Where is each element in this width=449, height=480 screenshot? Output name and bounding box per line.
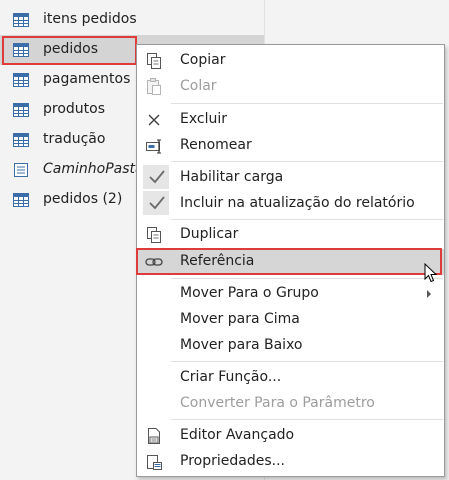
advanced-editor-icon	[148, 428, 160, 444]
parameter-icon	[14, 163, 28, 177]
properties-icon	[147, 455, 162, 470]
menu-item-renomear[interactable]: Renomear	[137, 133, 444, 159]
query-label: CaminhoPasta	[43, 161, 144, 177]
menu-item-excluir[interactable]: Excluir	[137, 107, 444, 133]
submenu-arrow-icon	[427, 290, 431, 298]
copy-icon	[147, 53, 161, 69]
menu-item-label: Propriedades...	[180, 453, 285, 469]
checkmark-icon	[149, 170, 165, 184]
menu-item-criar-funcao[interactable]: Criar Função...	[137, 365, 444, 391]
menu-item-label: Criar Função...	[180, 369, 282, 385]
query-label: tradução	[43, 131, 106, 147]
menu-item-label: Mover Para o Grupo	[180, 285, 319, 301]
menu-item-habilitar-carga[interactable]: Habilitar carga	[137, 165, 444, 191]
menu-item-colar[interactable]: Colar	[137, 74, 444, 100]
menu-item-label: Converter Para o Parâmetro	[180, 395, 375, 411]
menu-item-label: Renomear	[180, 137, 252, 153]
menu-item-referencia[interactable]: Referência	[137, 249, 444, 275]
paste-icon	[147, 78, 161, 95]
table-icon	[13, 193, 29, 207]
menu-item-mover-para-cima[interactable]: Mover para Cima	[137, 307, 444, 333]
query-label: itens pedidos	[43, 11, 137, 27]
delete-icon	[148, 114, 160, 126]
query-label: produtos	[43, 101, 106, 117]
table-icon	[13, 13, 29, 27]
menu-item-mover-para-grupo[interactable]: Mover Para o Grupo	[137, 281, 444, 307]
checkmark-icon	[149, 196, 165, 210]
menu-item-editor-avancado[interactable]: Editor Avançado	[137, 423, 444, 449]
menu-item-label: Duplicar	[180, 226, 239, 242]
menu-item-label: Excluir	[180, 111, 227, 127]
mouse-cursor-icon	[424, 263, 438, 283]
query-label: pedidos (2)	[43, 191, 123, 207]
table-icon	[13, 133, 29, 147]
rename-icon	[146, 139, 161, 154]
duplicate-icon	[147, 227, 161, 243]
context-menu: Copiar Colar Excluir Renomear Habilitar …	[136, 44, 445, 477]
menu-item-duplicar[interactable]: Duplicar	[137, 222, 444, 248]
menu-item-copiar[interactable]: Copiar	[137, 48, 444, 74]
menu-item-propriedades[interactable]: Propriedades...	[137, 449, 444, 475]
menu-item-incluir-atualizacao[interactable]: Incluir na atualização do relatório	[137, 191, 444, 217]
menu-item-label: Mover para Baixo	[180, 337, 303, 353]
menu-separator	[171, 419, 443, 420]
query-label: pagamentos	[43, 71, 131, 87]
menu-separator	[171, 103, 443, 104]
table-icon	[13, 103, 29, 117]
menu-separator	[171, 361, 443, 362]
menu-item-converter-parametro[interactable]: Converter Para o Parâmetro	[137, 391, 444, 417]
query-item-itens-pedidos[interactable]: itens pedidos	[0, 5, 264, 35]
menu-separator	[171, 161, 443, 162]
menu-item-mover-para-baixo[interactable]: Mover para Baixo	[137, 333, 444, 359]
menu-item-label: Editor Avançado	[180, 427, 295, 443]
table-icon	[13, 73, 29, 87]
menu-item-label: Copiar	[180, 52, 226, 68]
menu-separator	[171, 219, 443, 220]
menu-item-label: Referência	[180, 253, 255, 269]
query-label: pedidos	[43, 41, 99, 57]
menu-item-label: Habilitar carga	[180, 169, 284, 185]
table-icon	[13, 43, 29, 57]
menu-item-label: Mover para Cima	[180, 311, 300, 327]
menu-separator	[171, 278, 443, 279]
menu-item-label: Colar	[180, 78, 217, 94]
menu-item-label: Incluir na atualização do relatório	[180, 195, 415, 211]
reference-link-icon	[145, 258, 163, 266]
